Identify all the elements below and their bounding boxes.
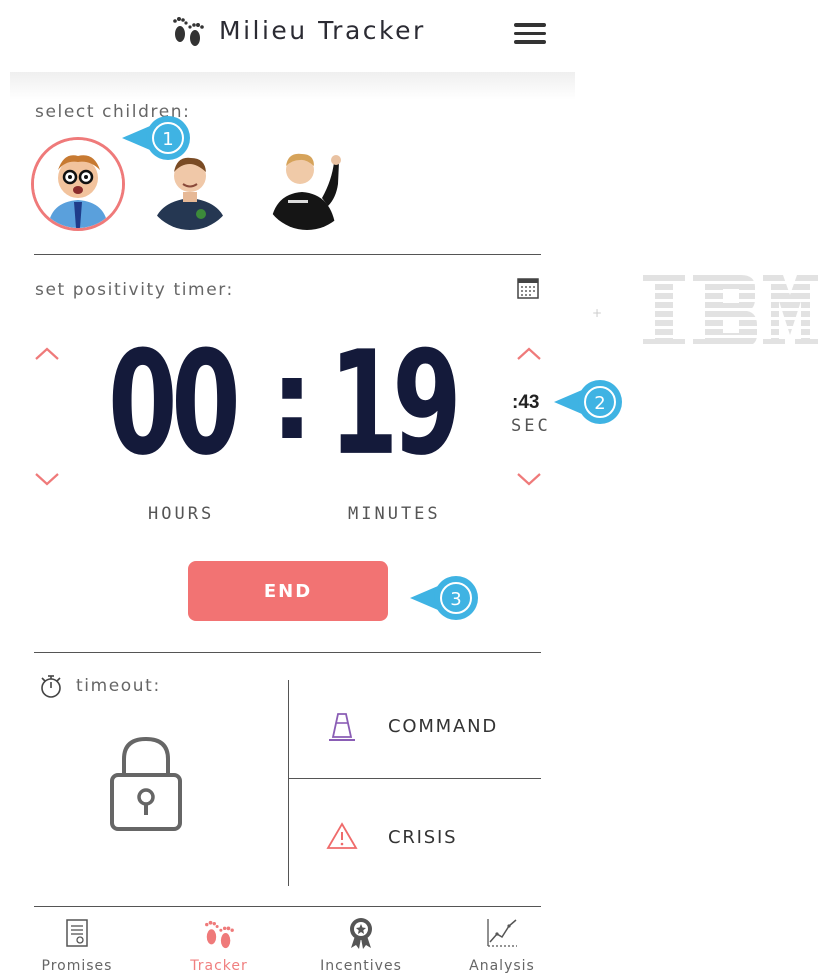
nav-item-tracker[interactable]: Tracker: [164, 918, 274, 974]
callout-number-3: 3: [450, 589, 461, 610]
certificate-icon: [66, 919, 88, 947]
child-avatar-selected[interactable]: [31, 137, 125, 231]
hours-label: HOURS: [148, 504, 215, 524]
callout-number-1: 1: [162, 129, 173, 150]
nav-label: Incentives: [320, 958, 402, 974]
ibm-logo: [643, 275, 818, 347]
hamburger-menu-icon[interactable]: [514, 23, 546, 44]
nav-item-promises[interactable]: Promises: [22, 918, 132, 974]
line-chart-icon: [487, 919, 517, 947]
divider: [34, 906, 541, 907]
nav-item-incentives[interactable]: Incentives: [306, 916, 416, 974]
header-shadow: [10, 72, 575, 100]
stopwatch-icon: [41, 675, 61, 698]
command-label: COMMAND: [388, 716, 499, 737]
award-ribbon-icon: [350, 918, 372, 949]
callout-marker-2: 2: [554, 380, 622, 424]
minutes-label: MINUTES: [348, 504, 441, 524]
child-avatar[interactable]: [262, 140, 352, 230]
timer-label: set positivity timer:: [35, 280, 234, 300]
command-action[interactable]: COMMAND: [289, 680, 541, 778]
seconds-value[interactable]: :43: [512, 392, 539, 414]
footprints-icon: [173, 17, 204, 46]
footprints-icon: [205, 920, 234, 949]
seconds-increase-chevron-up-icon[interactable]: [516, 346, 542, 362]
traffic-cone-icon: [329, 713, 355, 741]
end-button[interactable]: END: [188, 561, 388, 621]
seconds-decrease-chevron-down-icon[interactable]: [516, 471, 542, 487]
crisis-label: CRISIS: [388, 827, 458, 848]
warning-triangle-icon: [326, 822, 358, 849]
nav-label: Analysis: [469, 958, 535, 974]
callout-marker-3: 3: [410, 576, 478, 620]
callout-marker-1: 1: [122, 116, 190, 160]
hours-value[interactable]: 00: [108, 332, 241, 476]
plus-mark: +: [592, 306, 603, 320]
hours-decrease-chevron-down-icon[interactable]: [34, 471, 60, 487]
nav-label: Promises: [41, 958, 113, 974]
crisis-action[interactable]: CRISIS: [289, 779, 541, 885]
divider: [34, 254, 541, 255]
minutes-value[interactable]: 19: [329, 332, 462, 476]
app-title: Milieu Tracker: [219, 16, 426, 45]
divider: [34, 652, 541, 653]
timeout-label: timeout:: [76, 676, 161, 696]
time-separator: :: [270, 336, 314, 464]
lock-icon[interactable]: [108, 735, 184, 833]
hours-increase-chevron-up-icon[interactable]: [34, 346, 60, 362]
nav-item-analysis[interactable]: Analysis: [447, 916, 557, 974]
seconds-label: SEC: [511, 416, 551, 436]
callout-number-2: 2: [594, 393, 605, 414]
nav-label: Tracker: [190, 958, 248, 974]
calendar-icon[interactable]: [516, 276, 540, 300]
